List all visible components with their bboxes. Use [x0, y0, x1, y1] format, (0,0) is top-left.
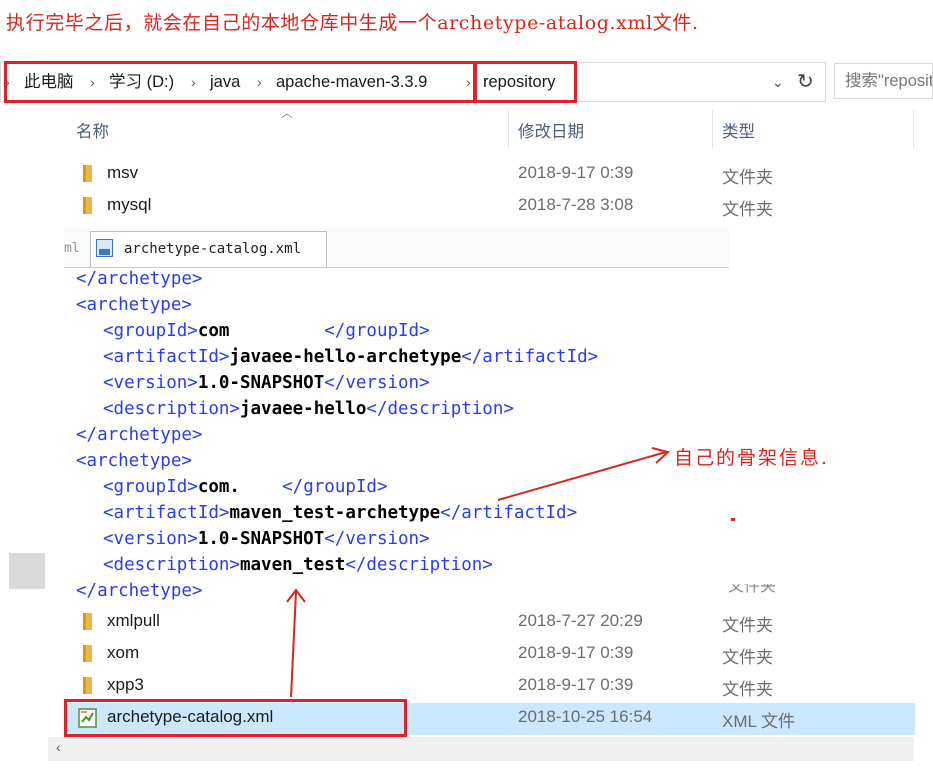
arrow-up-to-code	[290, 591, 297, 698]
arrow-to-annotation	[497, 451, 667, 501]
annotation-arrows	[286, 447, 671, 698]
